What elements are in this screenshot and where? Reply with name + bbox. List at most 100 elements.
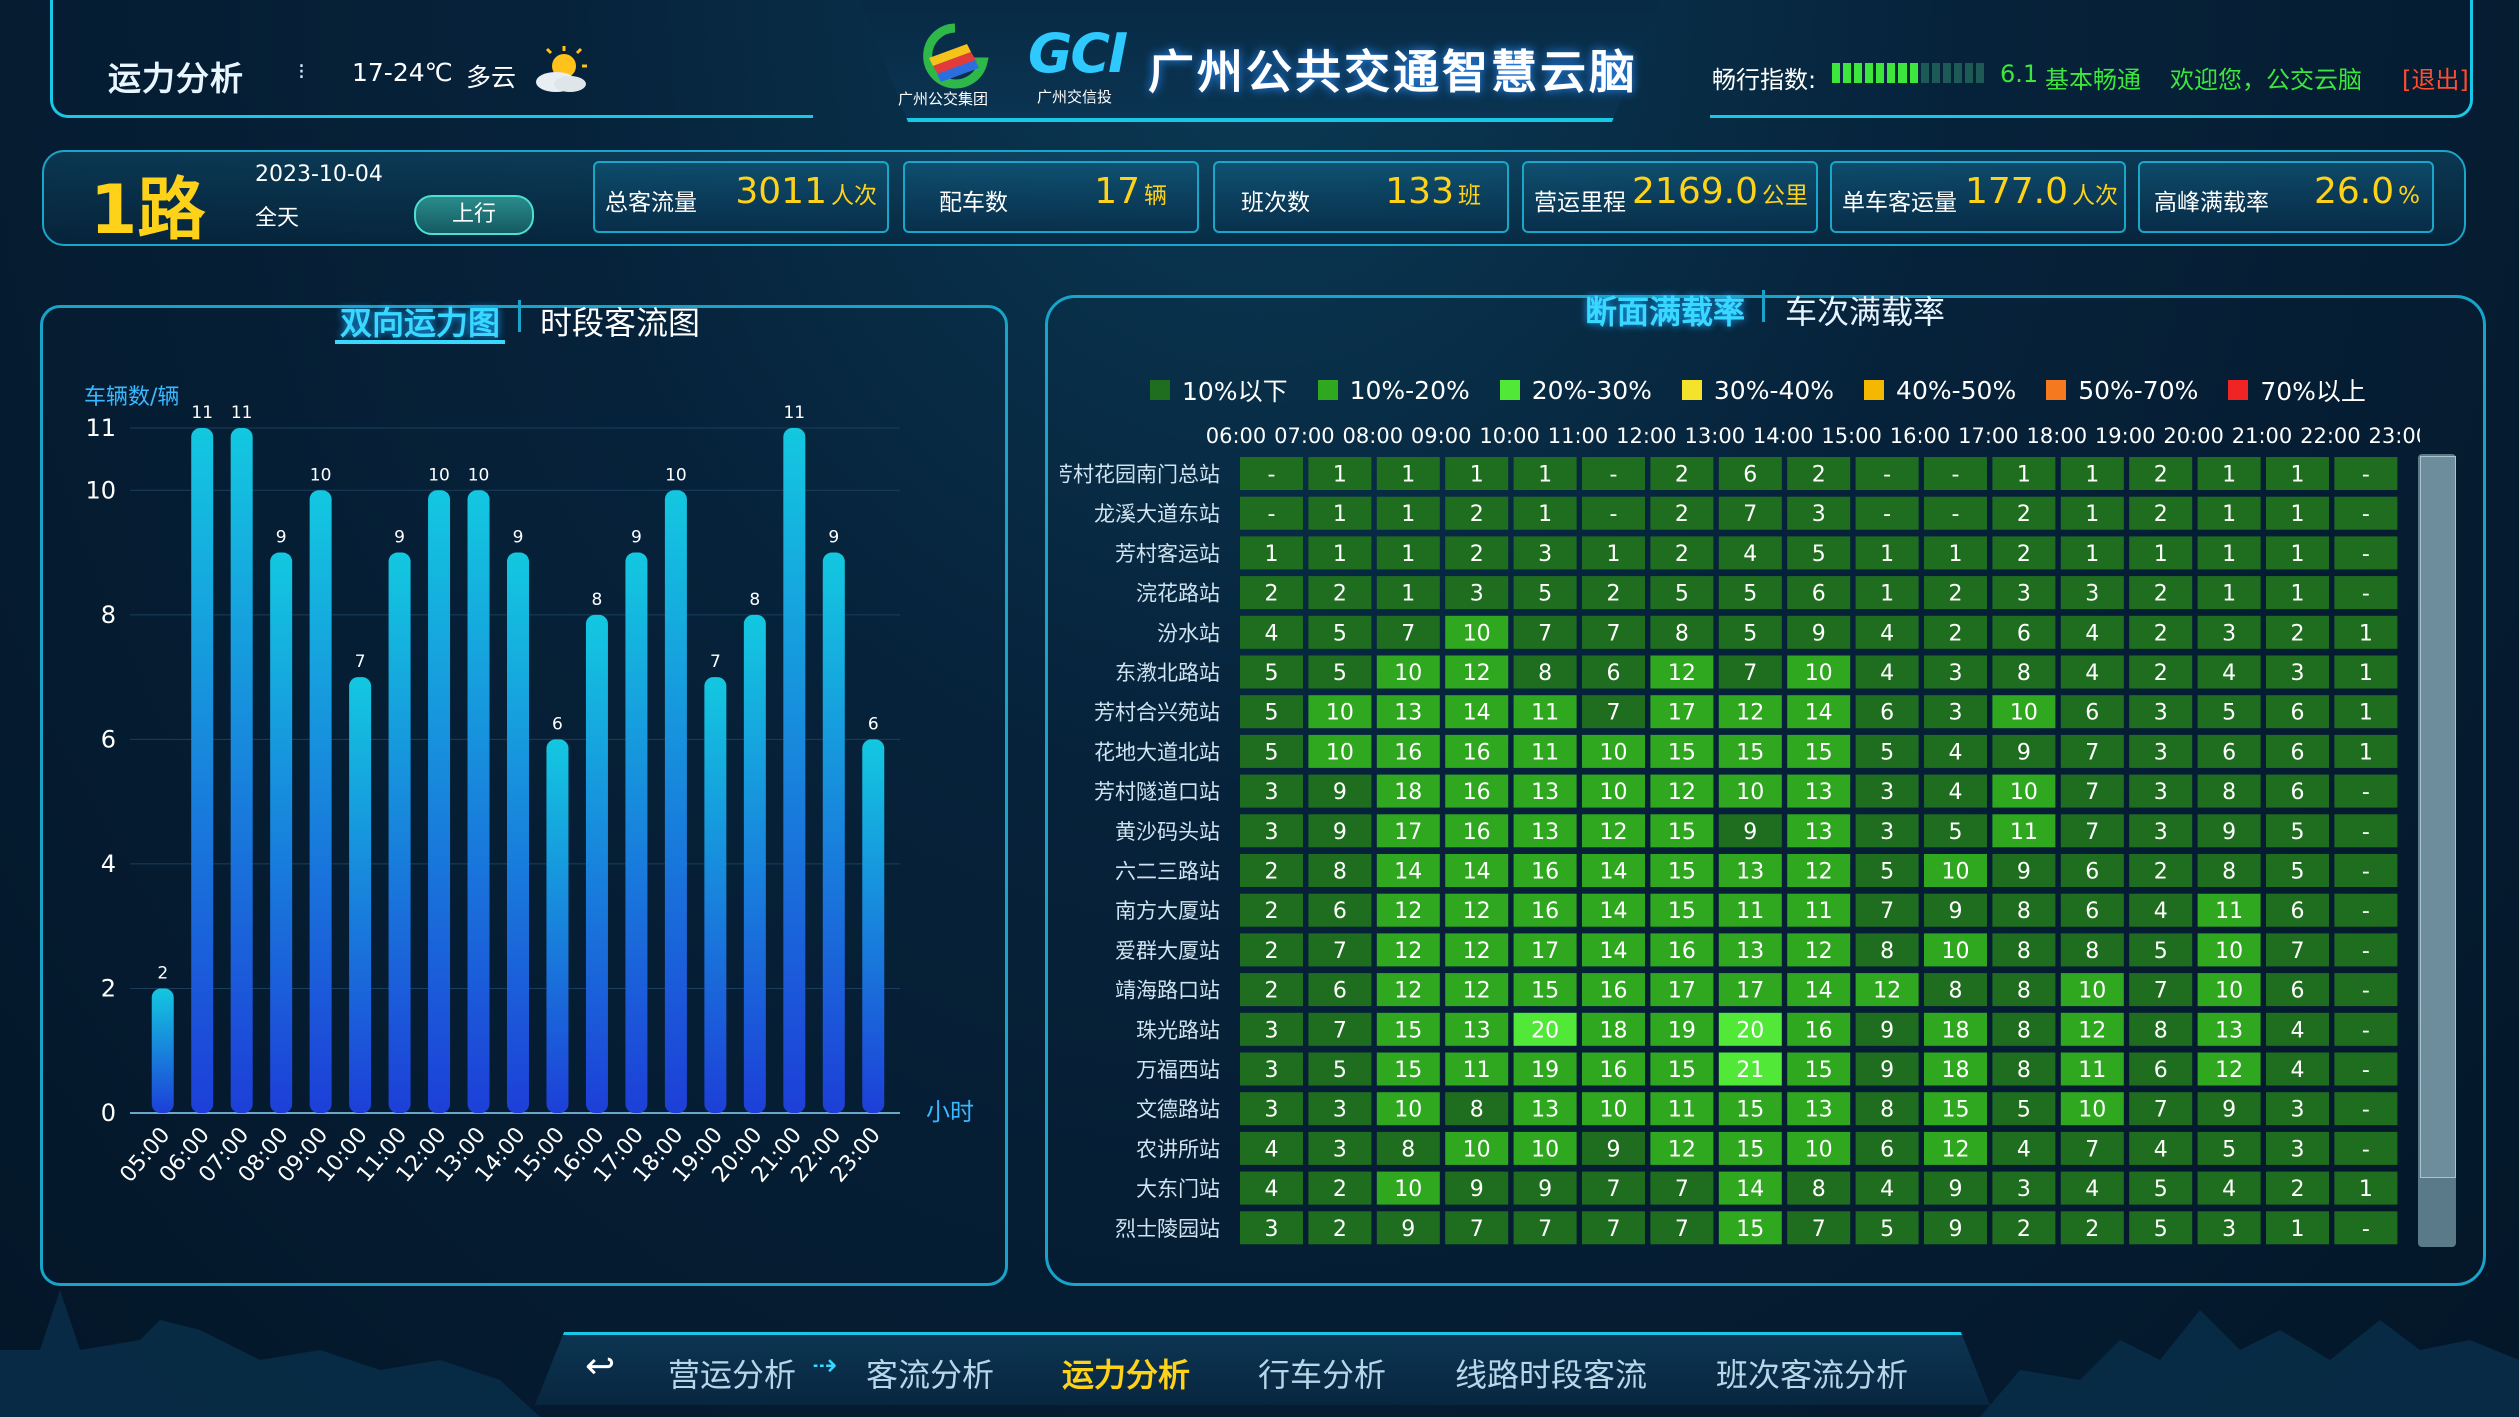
fluency-segment	[1887, 63, 1896, 83]
cell-value: 8	[1470, 1098, 1484, 1123]
nav-driving-analysis[interactable]: 行车分析	[1258, 1350, 1386, 1396]
cell-value: 14	[1600, 860, 1628, 885]
metric-value: 17 辆	[1094, 171, 1167, 212]
cell-value: 2	[2154, 463, 2168, 488]
cell-value: 6	[2017, 621, 2031, 646]
metric-total-passengers: 总客流量 3011 人次	[593, 161, 889, 233]
cell-value: -	[2362, 502, 2370, 527]
cell-value: 9	[1333, 780, 1347, 805]
cell-value: 1	[2085, 463, 2099, 488]
cell-value: 13	[1463, 1018, 1491, 1043]
direction-toggle-button[interactable]: 上行	[414, 195, 534, 235]
cell-value: 9	[2017, 860, 2031, 885]
metric-value: 26.0%	[2313, 171, 2420, 212]
cell-value: 9	[1880, 1018, 1894, 1043]
cell-value: 2	[2154, 661, 2168, 686]
cell-value: 7	[2085, 820, 2099, 845]
fluency-segment	[1953, 63, 1962, 83]
nav-passenger-analysis[interactable]: 客流分析	[866, 1350, 994, 1396]
cell-value: 11	[1668, 1098, 1696, 1123]
cell-value: 12	[1600, 820, 1628, 845]
logout-link[interactable]: [退出]	[2402, 60, 2469, 95]
cell-value: 2	[2154, 502, 2168, 527]
metric-label: 总客流量	[605, 190, 697, 216]
cell-value: 1	[1401, 502, 1415, 527]
bar-value-label: 11	[783, 403, 805, 423]
cell-value: -	[1883, 502, 1891, 527]
cell-value: 9	[1949, 899, 1963, 924]
capacity-bar	[664, 490, 687, 1114]
cell-value: 16	[1463, 780, 1491, 805]
tab-trip-load-rate[interactable]: 车次满载率	[1785, 287, 1945, 333]
cell-value: 10	[1463, 621, 1491, 646]
cell-value: 1	[1607, 542, 1621, 567]
bar-value-label: 9	[276, 528, 287, 548]
legend-label: 10%以下	[1182, 377, 1288, 406]
signal-icon: ⁝	[298, 60, 305, 85]
cell-value: 6	[1880, 701, 1894, 726]
cell-value: 4	[1265, 621, 1279, 646]
nav-ops-analysis[interactable]: 营运分析	[668, 1350, 796, 1396]
cell-value: 8	[1333, 860, 1347, 885]
cell-value: 7	[1607, 1217, 1621, 1242]
cell-value: -	[2362, 463, 2370, 488]
cell-value: 3	[1265, 1098, 1279, 1123]
capacity-bar	[546, 739, 569, 1113]
cell-value: 14	[1463, 701, 1491, 726]
cell-value: -	[2362, 820, 2370, 845]
cell-value: 1	[1470, 463, 1484, 488]
cell-value: 5	[1333, 621, 1347, 646]
y-tick-label: 8	[101, 601, 116, 629]
welcome-text: 欢迎您，公交云脑	[2170, 66, 2362, 94]
nav-route-period-flow[interactable]: 线路时段客流	[1455, 1350, 1647, 1396]
nav-capacity-analysis[interactable]: 运力分析	[1062, 1350, 1190, 1396]
cell-value: 12	[1394, 899, 1422, 924]
hour-label: 22:00	[2300, 424, 2361, 448]
cell-value: 2	[1675, 502, 1689, 527]
cell-value: -	[2362, 860, 2370, 885]
station-label: 文德路站	[1136, 1098, 1220, 1122]
heatmap-scrollbar-thumb[interactable]	[2420, 456, 2456, 1178]
cell-value: 13	[1805, 780, 1833, 805]
nav-trip-flow-analysis[interactable]: 班次客流分析	[1716, 1350, 1908, 1396]
cell-value: 9	[1880, 1058, 1894, 1083]
cell-value: 16	[1600, 1058, 1628, 1083]
hour-label: 09:00	[1411, 424, 1472, 448]
cell-value: 1	[1401, 582, 1415, 607]
cell-value: 2	[1333, 1177, 1347, 1202]
route-period: 全天	[255, 206, 300, 231]
cell-value: 2	[1470, 542, 1484, 567]
cell-value: -	[2362, 1137, 2370, 1162]
cell-value: 3	[2017, 1177, 2031, 1202]
cell-value: 16	[1531, 899, 1559, 924]
cell-value: 4	[1880, 1177, 1894, 1202]
cell-value: 16	[1600, 979, 1628, 1004]
back-arrow-icon[interactable]: ↩	[585, 1346, 615, 1387]
tab-period-passenger-flow[interactable]: 时段客流图	[540, 298, 700, 344]
cell-value: 13	[1531, 780, 1559, 805]
cell-value: 14	[1600, 939, 1628, 964]
legend-label: 20%-30%	[1531, 375, 1652, 405]
cell-value: 6	[1743, 463, 1757, 488]
capacity-bar	[349, 677, 372, 1113]
y-tick-label: 4	[101, 850, 116, 878]
cell-value: 10	[1942, 860, 1970, 885]
cell-value: 15	[1805, 740, 1833, 765]
tab-section-load-rate[interactable]: 断面满载率	[1585, 287, 1745, 333]
hour-label: 10:00	[1479, 424, 1540, 448]
cell-value: 5	[2222, 701, 2236, 726]
bar-value-label: 9	[513, 528, 524, 548]
station-label: 黄沙码头站	[1115, 820, 1220, 844]
cell-value: 1	[2359, 701, 2373, 726]
cell-value: -	[2362, 582, 2370, 607]
cell-value: 1	[2291, 502, 2305, 527]
capacity-bar	[862, 739, 885, 1113]
cell-value: 2	[1265, 939, 1279, 964]
cell-value: 5	[1880, 740, 1894, 765]
bar-value-label: 10	[310, 465, 332, 485]
cell-value: 11	[2215, 899, 2243, 924]
tab-bidirectional-capacity[interactable]: 双向运力图	[340, 298, 500, 344]
cell-value: 7	[1333, 939, 1347, 964]
cell-value: -	[2362, 1058, 2370, 1083]
cell-value: 15	[1668, 820, 1696, 845]
